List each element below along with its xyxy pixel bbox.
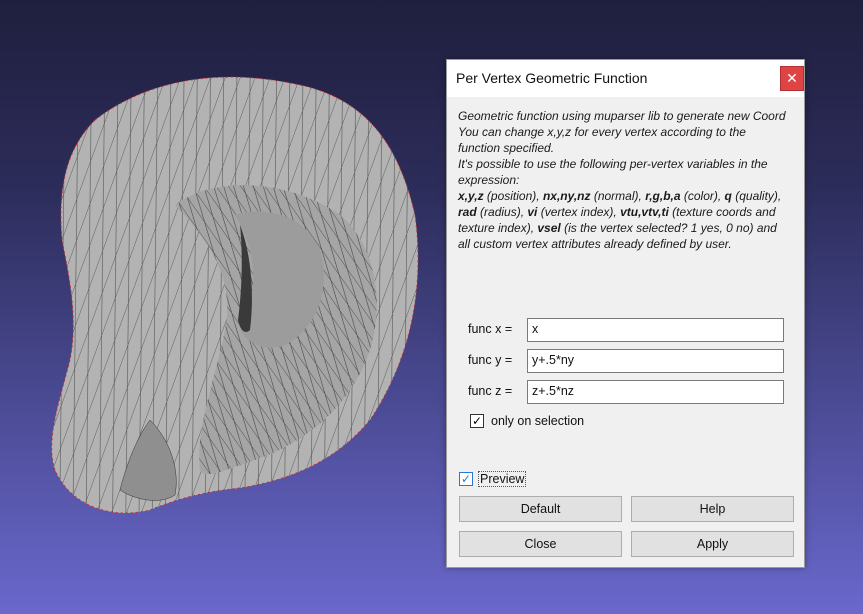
var-normal-desc: (normal),: [590, 189, 646, 203]
description-line-1: Geometric function using muparser lib to…: [458, 109, 786, 123]
description-line-2: You can change x,y,z for every vertex ac…: [458, 125, 746, 155]
func-y-row: func y = y+.5*ny: [468, 349, 788, 373]
default-button[interactable]: Default: [459, 496, 622, 522]
description-line-3: It's possible to use the following per-v…: [458, 157, 768, 187]
func-z-input[interactable]: z+.5*nz: [527, 380, 784, 404]
func-x-label: func x =: [468, 322, 513, 336]
var-color: r,g,b,a: [645, 189, 681, 203]
var-quality-desc: (quality),: [731, 189, 782, 203]
only-on-selection-checkbox[interactable]: ✓: [470, 414, 484, 428]
var-vertex-index: vi: [527, 205, 538, 219]
close-icon[interactable]: ✕: [780, 66, 804, 91]
var-xyz-desc: (position),: [483, 189, 543, 203]
func-y-label: func y =: [468, 353, 513, 367]
func-x-input[interactable]: x: [527, 318, 784, 342]
dialog-title: Per Vertex Geometric Function: [456, 70, 648, 86]
description-variables: x,y,z (position), nx,ny,nz (normal), r,g…: [458, 188, 788, 252]
func-z-row: func z = z+.5*nz: [468, 380, 788, 404]
var-texcoords: vtu,vtv,ti: [620, 205, 669, 219]
only-on-selection-label[interactable]: only on selection: [491, 414, 584, 428]
apply-button[interactable]: Apply: [631, 531, 794, 557]
var-xyz: x,y,z: [458, 189, 484, 203]
var-radius-desc: (radius),: [476, 205, 528, 219]
func-x-row: func x = x: [468, 318, 788, 342]
close-button[interactable]: Close: [459, 531, 622, 557]
help-button[interactable]: Help: [631, 496, 794, 522]
var-quality: q: [724, 189, 732, 203]
var-radius: rad: [458, 205, 477, 219]
func-z-label: func z =: [468, 384, 513, 398]
var-vertex-index-desc: (vertex index),: [537, 205, 621, 219]
preview-label[interactable]: Preview: [478, 471, 527, 487]
function-description: Geometric function using muparser lib to…: [458, 108, 788, 252]
var-color-desc: (color),: [680, 189, 725, 203]
per-vertex-geometric-function-dialog: Per Vertex Geometric Function ✕ Geometri…: [446, 59, 805, 568]
var-vsel: vsel: [537, 221, 561, 235]
dialog-titlebar[interactable]: Per Vertex Geometric Function ✕: [447, 60, 804, 97]
preview-checkbox[interactable]: ✓: [459, 472, 473, 486]
func-y-input[interactable]: y+.5*ny: [527, 349, 784, 373]
var-normal: nx,ny,nz: [542, 189, 591, 203]
